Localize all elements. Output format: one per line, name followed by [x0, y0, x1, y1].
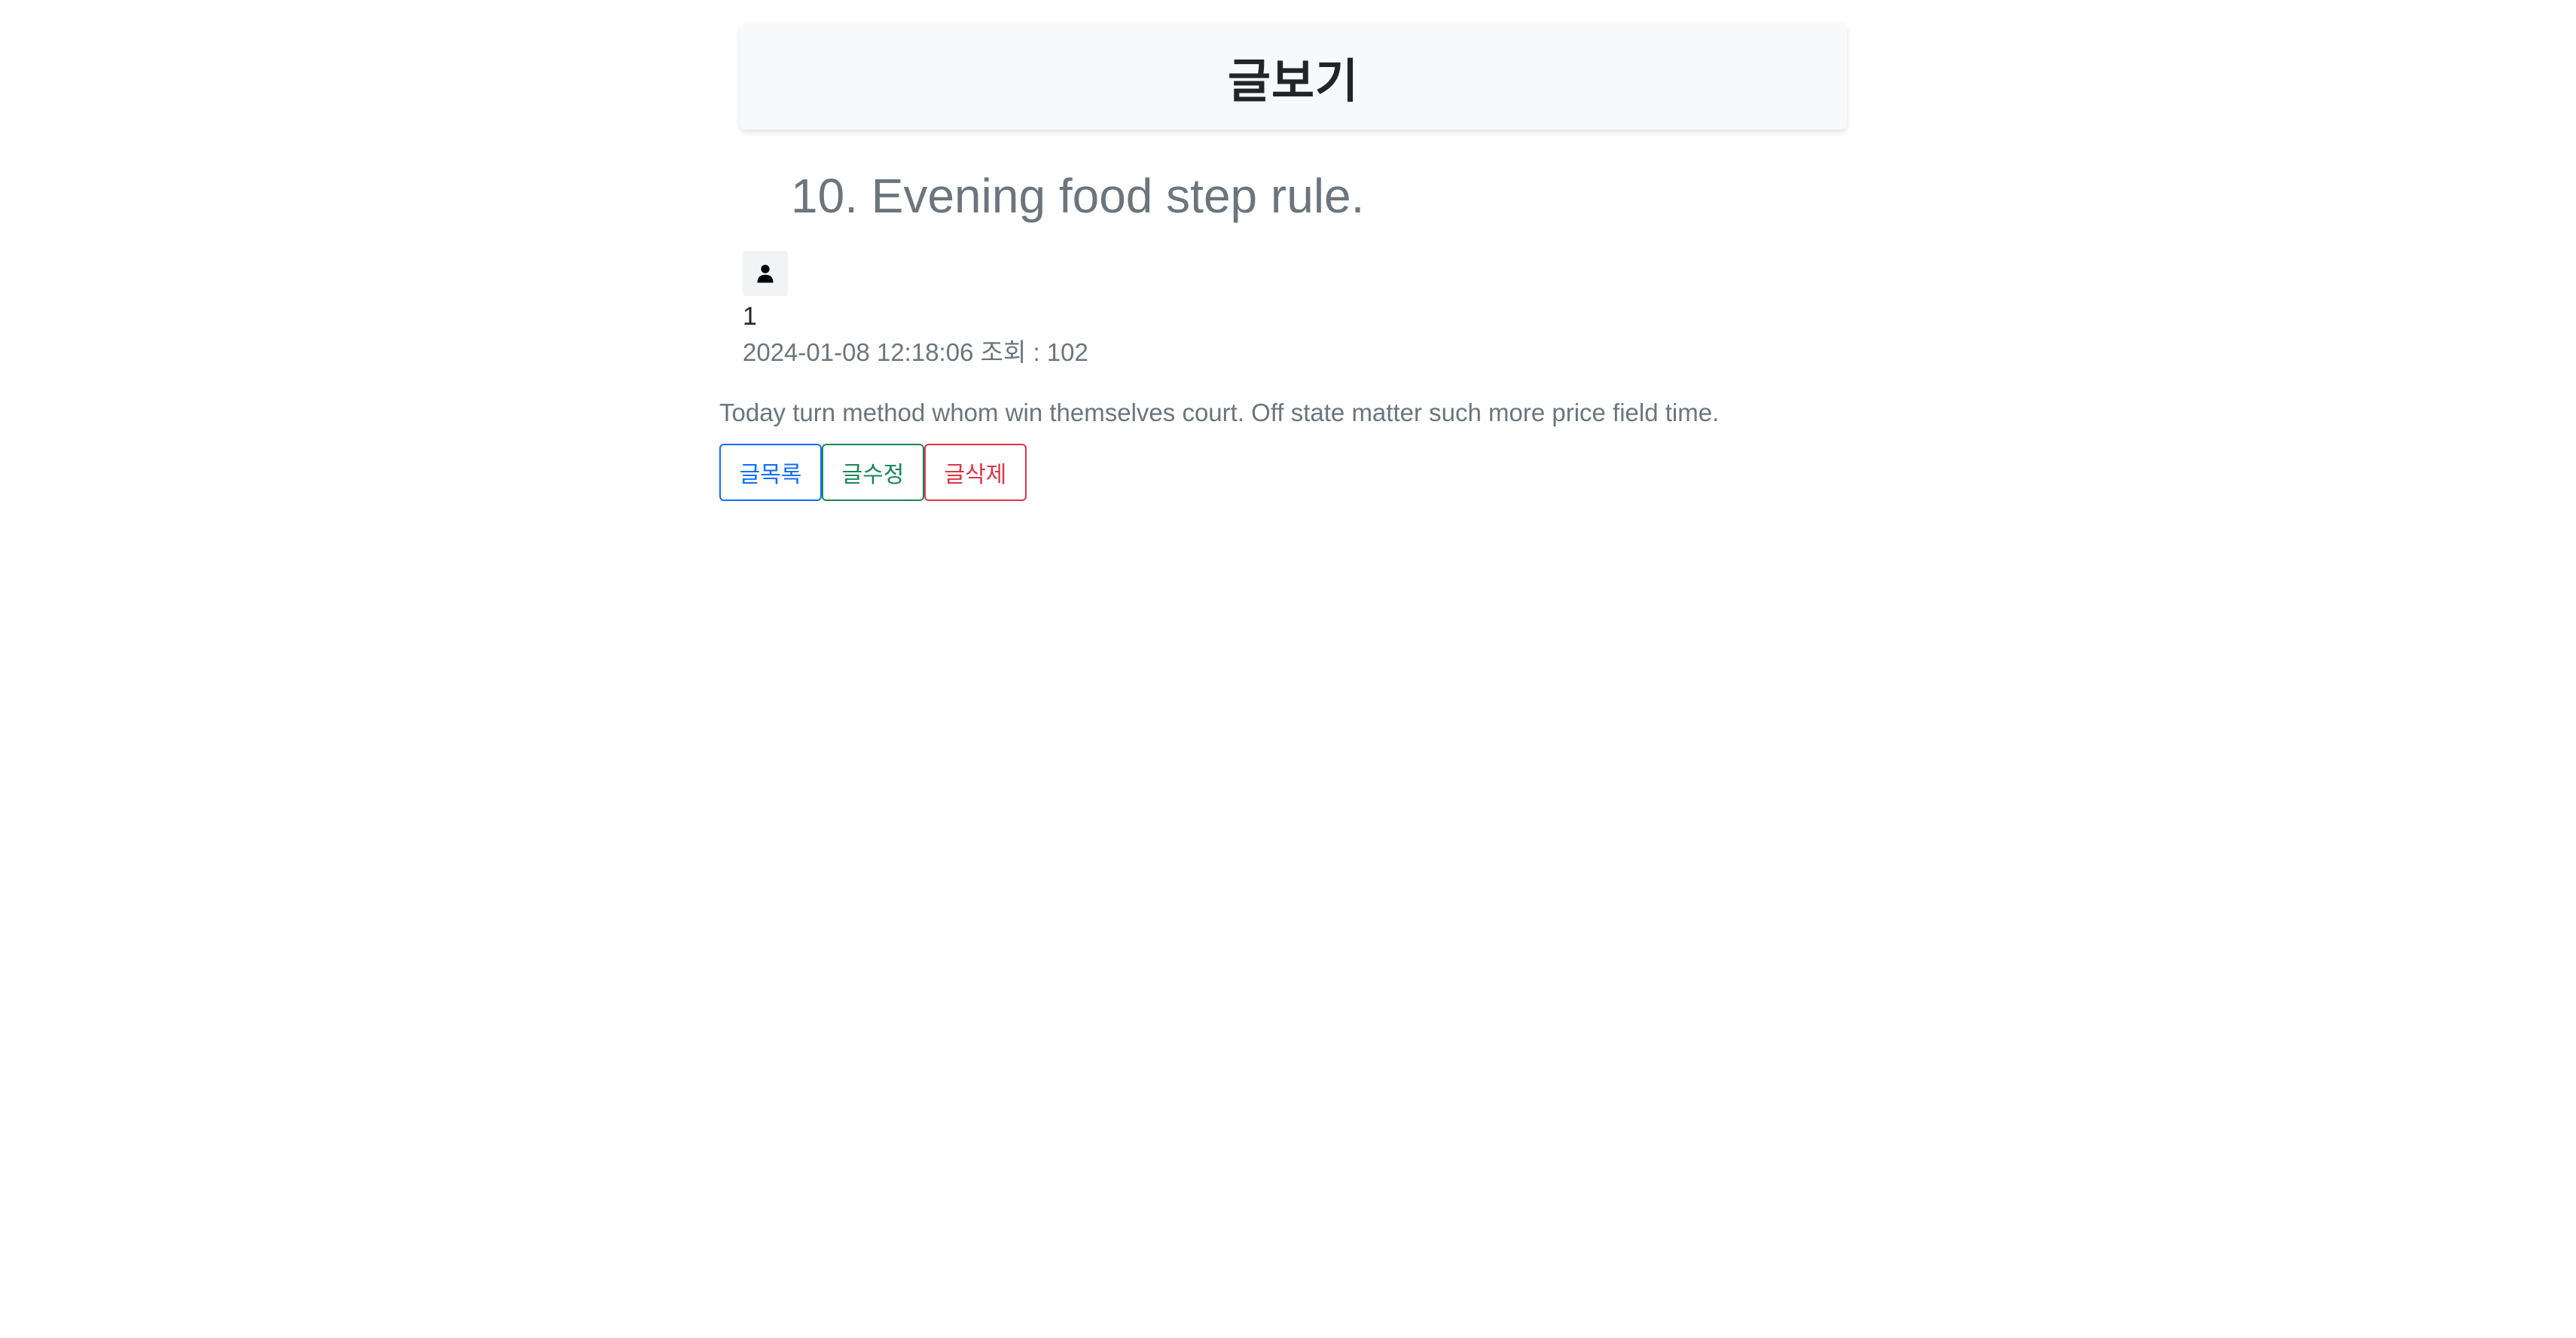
page-title: 글보기 — [1227, 53, 1360, 108]
post-actions: 글목록 글수정 글삭제 — [719, 444, 1027, 501]
page-header: 글보기 — [740, 24, 1847, 130]
post-view-page: 글보기 10. Evening food step rule. 1 2024-0… — [0, 0, 2576, 1338]
delete-button[interactable]: 글삭제 — [924, 444, 1027, 501]
list-button[interactable]: 글목록 — [719, 444, 822, 501]
post-content: Today turn method whom win themselves co… — [719, 399, 1720, 426]
avatar — [743, 251, 788, 296]
person-icon — [755, 263, 776, 284]
edit-button[interactable]: 글수정 — [822, 444, 924, 501]
post-meta: 2024-01-08 12:18:06 조회 : 102 — [743, 338, 1088, 366]
post-title: 10. Evening food step rule. — [791, 169, 1365, 223]
post-author: 1 — [743, 302, 757, 331]
